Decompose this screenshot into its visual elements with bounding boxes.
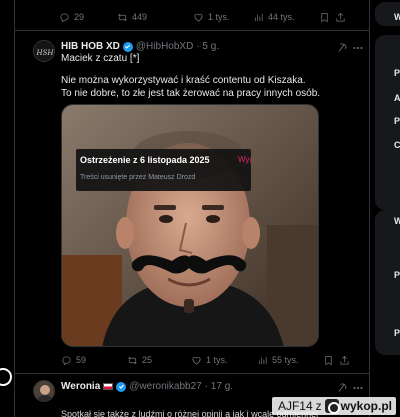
wykop-watermark: AJF14 z wykop.pl: [271, 397, 396, 415]
reply-button[interactable]: 29: [59, 12, 117, 23]
repost-count: 449: [132, 12, 148, 22]
sidebar-item[interactable]: P: [394, 328, 400, 338]
post-image[interactable]: Ostrzeżenie z 6 listopada 2025 Wyg Treśc…: [61, 104, 319, 347]
notice-subtitle: Treści usunięte przez Mateusz Drozd: [80, 174, 196, 181]
repost-icon: [128, 356, 137, 364]
wykop-logo-icon: [324, 399, 340, 414]
verified-badge-icon: [116, 381, 127, 392]
share-icon: [336, 12, 345, 22]
svg-text:HSH: HSH: [35, 49, 54, 57]
repost-icon: [118, 13, 127, 21]
share-icon: [340, 355, 349, 365]
views-button[interactable]: 44 tys.: [253, 12, 319, 23]
verified-badge-icon: [122, 41, 133, 52]
right-sidebar: [372, 0, 400, 417]
post-divider: [15, 30, 369, 31]
user-photo-icon: [36, 385, 54, 401]
grok-icon[interactable]: [336, 41, 348, 53]
grok-icon[interactable]: [336, 381, 348, 393]
sidebar-heading: W: [394, 12, 400, 22]
post-time[interactable]: · 17 g.: [205, 381, 233, 392]
timeline: 29 449 1 tys. 44 tys. HSH HIB HOB XD @Hi…: [14, 0, 370, 417]
post-text-line: Maciek z czatu [*]: [61, 53, 140, 64]
like-count: 1 tys.: [206, 355, 228, 365]
account-switcher-icon[interactable]: [0, 368, 12, 386]
sidebar-item[interactable]: P: [394, 270, 400, 280]
man-with-mustache-photo: [62, 105, 318, 346]
bookmark-icon: [321, 12, 328, 22]
avatar[interactable]: HSH: [33, 40, 55, 62]
repost-count: 25: [142, 355, 153, 365]
bookmark-icon: [325, 355, 332, 365]
views-button[interactable]: 55 tys.: [257, 355, 323, 366]
watermark-user: AJF14: [277, 399, 313, 413]
poland-flag-icon: [103, 383, 114, 390]
heart-icon: [192, 356, 201, 365]
like-button[interactable]: 1 tys.: [193, 12, 253, 23]
reply-count: 59: [76, 355, 87, 365]
author-name[interactable]: HIB HOB XD: [61, 41, 120, 52]
reply-button[interactable]: 59: [61, 355, 127, 366]
like-button[interactable]: 1 tys.: [191, 355, 257, 366]
bookmark-button[interactable]: [323, 355, 339, 366]
post-text-line: Nie można wykorzystywać i kraść contentu…: [61, 75, 306, 86]
hsh-logo-icon: HSH: [34, 41, 54, 61]
sidebar-item[interactable]: P: [394, 116, 400, 126]
author-name[interactable]: Weronia: [61, 381, 100, 392]
post-actions: 59 25 1 tys. 55 tys.: [61, 347, 365, 373]
watermark-brand: wykop.pl: [340, 399, 392, 413]
like-count: 1 tys.: [208, 12, 230, 22]
moderation-notice: Ostrzeżenie z 6 listopada 2025 Wyg Treśc…: [76, 149, 252, 191]
sidebar-item[interactable]: P: [394, 68, 400, 78]
views-icon: [258, 356, 267, 364]
bookmark-button[interactable]: [319, 12, 335, 23]
heart-icon: [194, 13, 203, 22]
post-header: Weronia @weronikabb27 · 17 g.: [61, 381, 233, 392]
reply-icon: [62, 355, 71, 365]
more-options-icon[interactable]: [352, 381, 364, 393]
sidebar-item[interactable]: C: [394, 140, 400, 150]
repost-button[interactable]: 449: [117, 12, 193, 23]
repost-button[interactable]: 25: [127, 355, 191, 366]
notice-tag: Wyg: [238, 155, 252, 164]
notice-title: Ostrzeżenie z 6 listopada 2025: [80, 155, 210, 165]
share-button[interactable]: [339, 355, 353, 366]
views-icon: [254, 13, 263, 21]
watermark-word: z: [315, 399, 322, 413]
sidebar-heading: W: [394, 216, 400, 226]
previous-post-actions: 29 449 1 tys. 44 tys.: [59, 4, 365, 30]
wykop-logo: wykop.pl: [324, 399, 392, 414]
more-options-icon[interactable]: [352, 41, 364, 53]
share-button[interactable]: [335, 12, 349, 23]
sidebar-item[interactable]: A: [394, 93, 400, 103]
view-count: 55 tys.: [272, 355, 299, 365]
reply-icon: [60, 12, 69, 22]
reply-count: 29: [74, 12, 85, 22]
author-handle[interactable]: @weronikabb27: [129, 381, 201, 392]
view-count: 44 tys.: [268, 12, 295, 22]
post-text-line: To nie dobre, to złe jest tak żerować na…: [61, 88, 321, 99]
author-handle[interactable]: @HibHobXD: [136, 41, 193, 52]
post-divider: [15, 373, 369, 374]
avatar[interactable]: [33, 380, 55, 402]
post-header: HIB HOB XD @HibHobXD · 5 g.: [61, 41, 219, 52]
post-time[interactable]: · 5 g.: [196, 41, 219, 52]
